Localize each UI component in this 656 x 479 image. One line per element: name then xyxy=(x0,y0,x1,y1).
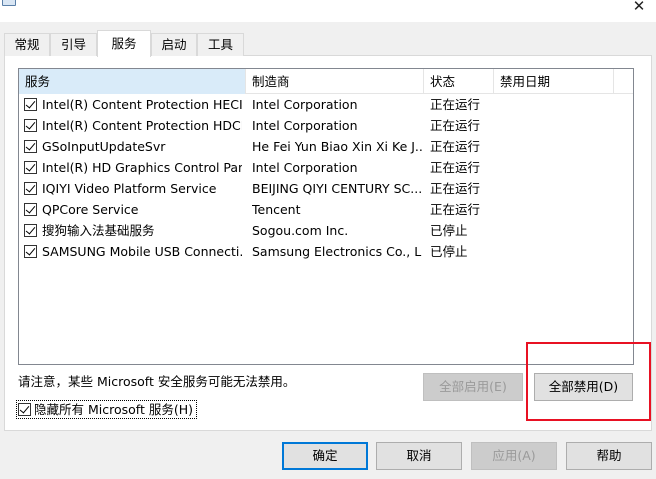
ok-button[interactable]: 确定 xyxy=(282,442,368,470)
hide-microsoft-services-label: 隐藏所有 Microsoft 服务(H) xyxy=(34,402,193,417)
tab-general[interactable]: 常规 xyxy=(4,33,50,56)
service-checkbox[interactable] xyxy=(24,161,37,174)
checkbox-box[interactable] xyxy=(18,403,31,416)
service-name: IQIYI Video Platform Service xyxy=(42,181,217,196)
enable-all-button[interactable]: 全部启用(E) xyxy=(423,373,523,401)
service-name: Intel(R) HD Graphics Control Pan... xyxy=(42,160,242,175)
table-row[interactable]: SAMSUNG Mobile USB Connecti... Samsung E… xyxy=(19,241,633,262)
service-status: 已停止 xyxy=(430,223,468,238)
highlight-box xyxy=(526,342,651,421)
tab-tools[interactable]: 工具 xyxy=(197,33,244,56)
hide-microsoft-services-checkbox[interactable]: 隐藏所有 Microsoft 服务(H) xyxy=(16,400,197,419)
service-name: QPCore Service xyxy=(42,202,139,217)
table-row[interactable]: GSoInputUpdateSvr He Fei Yun Biao Xin Xi… xyxy=(19,136,633,157)
service-checkbox[interactable] xyxy=(24,140,37,153)
tab-boot[interactable]: 引导 xyxy=(50,33,97,56)
service-name: GSoInputUpdateSvr xyxy=(42,139,166,154)
title-bar: ✕ xyxy=(0,0,656,22)
tab-startup[interactable]: 启动 xyxy=(151,33,197,56)
service-name: SAMSUNG Mobile USB Connecti... xyxy=(42,244,242,259)
table-row[interactable]: Intel(R) HD Graphics Control Pan... Inte… xyxy=(19,157,633,178)
table-row[interactable]: 搜狗输入法基础服务 Sogou.com Inc. 已停止 xyxy=(19,220,633,241)
service-checkbox[interactable] xyxy=(24,203,37,216)
cancel-button[interactable]: 取消 xyxy=(376,442,462,470)
column-header-disabled-date[interactable]: 禁用日期 xyxy=(494,69,614,94)
service-status: 正在运行 xyxy=(430,118,481,133)
help-button[interactable]: 帮助 xyxy=(566,442,652,470)
service-status: 正在运行 xyxy=(430,202,481,217)
service-manufacturer: Sogou.com Inc. xyxy=(252,223,349,238)
service-name: 搜狗输入法基础服务 xyxy=(42,223,155,238)
service-status: 正在运行 xyxy=(430,97,481,112)
apply-button[interactable]: 应用(A) xyxy=(471,442,557,470)
column-header-service[interactable]: 服务 xyxy=(19,69,246,94)
service-checkbox[interactable] xyxy=(24,119,37,132)
service-name: Intel(R) Content Protection HDCP... xyxy=(42,118,242,133)
service-checkbox[interactable] xyxy=(24,98,37,111)
service-manufacturer: He Fei Yun Biao Xin Xi Ke J... xyxy=(252,139,422,154)
service-checkbox[interactable] xyxy=(24,224,37,237)
table-row[interactable]: Intel(R) Content Protection HECI ... Int… xyxy=(19,94,633,115)
service-checkbox[interactable] xyxy=(24,182,37,195)
service-status: 已停止 xyxy=(430,244,468,259)
service-name: Intel(R) Content Protection HECI ... xyxy=(42,97,242,112)
service-status: 正在运行 xyxy=(430,139,481,154)
services-list[interactable]: 服务 制造商 状态 禁用日期 Intel(R) Content Protecti… xyxy=(18,68,634,365)
column-header-status[interactable]: 状态 xyxy=(424,69,494,94)
tab-services[interactable]: 服务 xyxy=(97,30,151,57)
table-row[interactable]: QPCore Service Tencent 正在运行 xyxy=(19,199,633,220)
service-manufacturer: Intel Corporation xyxy=(252,97,358,112)
service-manufacturer: Samsung Electronics Co., L... xyxy=(252,244,422,259)
service-status: 正在运行 xyxy=(430,181,481,196)
service-checkbox[interactable] xyxy=(24,245,37,258)
service-status: 正在运行 xyxy=(430,160,481,175)
close-icon: ✕ xyxy=(632,0,646,15)
service-manufacturer: Intel Corporation xyxy=(252,160,358,175)
service-manufacturer: Tencent xyxy=(252,202,301,217)
security-services-note: 请注意，某些 Microsoft 安全服务可能无法禁用。 xyxy=(18,374,296,389)
column-header-manufacturer[interactable]: 制造商 xyxy=(246,69,424,94)
table-row[interactable]: Intel(R) Content Protection HDCP... Inte… xyxy=(19,115,633,136)
msconfig-app-icon xyxy=(2,0,16,6)
close-button[interactable]: ✕ xyxy=(622,0,656,22)
list-header: 服务 制造商 状态 禁用日期 xyxy=(19,69,633,94)
service-manufacturer: BEIJING QIYI CENTURY SC... xyxy=(252,181,422,196)
service-manufacturer: Intel Corporation xyxy=(252,118,358,133)
table-row[interactable]: IQIYI Video Platform Service BEIJING QIY… xyxy=(19,178,633,199)
